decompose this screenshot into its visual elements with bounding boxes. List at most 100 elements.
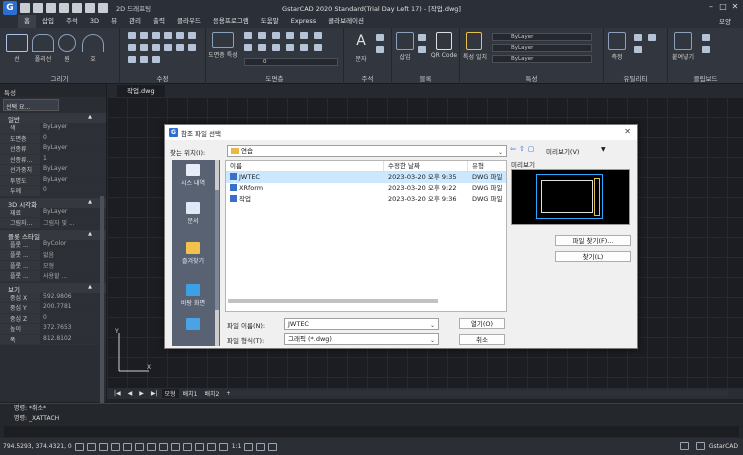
stretch-icon[interactable] (152, 32, 160, 39)
transparency-icon[interactable] (182, 442, 192, 451)
measure-icon[interactable] (608, 32, 626, 50)
property-row[interactable]: 투명도 ByLayer (0, 175, 106, 186)
erase-icon[interactable] (176, 44, 184, 51)
user-menu[interactable]: 모양 (719, 16, 731, 26)
mirror-icon[interactable] (176, 32, 184, 39)
properties-section-header[interactable]: 보기 ▲ (0, 282, 106, 294)
place-desktop[interactable]: 바탕 화면 (172, 284, 214, 307)
copy-clip-icon[interactable] (702, 46, 710, 53)
menu-help[interactable]: 도움말 (255, 15, 285, 28)
open-icon[interactable] (33, 2, 43, 13)
column-type[interactable]: 유형 (468, 161, 506, 171)
properties-section-header[interactable]: 3D 시각화 ▲ (0, 197, 106, 209)
dialog-close-icon[interactable]: ✕ (624, 127, 631, 136)
settings-gear-icon[interactable] (679, 442, 689, 450)
polyline-tool-icon[interactable] (32, 34, 54, 52)
save-as-icon[interactable] (59, 2, 69, 13)
lineweight-icon[interactable] (170, 442, 180, 451)
otrack-icon[interactable] (134, 442, 144, 451)
selection-combo[interactable]: 선택 요... (3, 99, 59, 111)
property-row[interactable]: 플롯 ... 모형 (0, 260, 106, 271)
property-row[interactable]: 높이 372.7653 (0, 324, 106, 335)
properties-section-header[interactable]: 일반 ▲ (0, 113, 106, 124)
annotation-scale[interactable]: 1:1 (232, 443, 242, 450)
property-row[interactable]: 선종류 ByLayer (0, 144, 106, 155)
property-value[interactable]: 0 (40, 186, 106, 196)
menu-express[interactable]: Express (285, 15, 322, 28)
up-folder-icon[interactable]: ⇧ (519, 145, 525, 153)
layer-combo[interactable]: 0 (244, 58, 338, 66)
polar-icon[interactable] (110, 442, 120, 451)
circle-tool-icon[interactable] (58, 34, 76, 52)
command-input[interactable] (4, 426, 739, 437)
back-icon[interactable]: ⇦ (510, 145, 516, 153)
id-point-icon[interactable] (634, 46, 642, 53)
nav-first-icon[interactable]: |◀ (111, 390, 124, 397)
property-value[interactable]: 0 (40, 133, 106, 143)
property-value[interactable]: 372.7653 (40, 324, 106, 334)
menu-annotate[interactable]: 주석 (60, 15, 84, 28)
property-row[interactable]: 색 ByLayer (0, 123, 106, 134)
collapse-icon[interactable]: ▲ (88, 231, 92, 237)
layer-properties-icon[interactable] (212, 32, 234, 48)
property-value[interactable]: 모형 (40, 260, 106, 270)
paste-icon[interactable] (674, 32, 692, 50)
collapse-icon[interactable]: ▲ (88, 114, 92, 120)
file-name-input[interactable]: JWTEC ⌄ (284, 318, 439, 330)
property-row[interactable]: 선종류... 1 (0, 154, 106, 165)
snap-icon[interactable] (86, 442, 96, 451)
place-network[interactable] (172, 318, 214, 332)
grid-icon[interactable] (74, 442, 84, 451)
property-value[interactable]: ByLayer (40, 123, 106, 133)
line-tool-icon[interactable] (6, 34, 28, 52)
column-date[interactable]: 수정한 날짜 (384, 161, 468, 171)
views-dropdown-icon[interactable]: ▼ (601, 146, 606, 153)
tab-model[interactable]: 모형 (161, 389, 179, 398)
property-row[interactable]: 그림자... 그림자 및 ... (0, 218, 106, 229)
edit-block-icon[interactable] (418, 46, 426, 53)
file-row[interactable]: XRform 2023-03-20 오후 9:22 DWG 파일 (226, 183, 506, 194)
property-value[interactable]: 없음 (40, 250, 106, 260)
find-file-button[interactable]: 파일 찾기(F)... (555, 235, 631, 246)
property-row[interactable]: 중심 X 592.9806 (0, 292, 106, 303)
file-row[interactable]: 작업 2023-03-20 오후 9:36 DWG 파일 (226, 194, 506, 205)
collapse-icon[interactable]: ▲ (88, 199, 92, 205)
join-icon[interactable] (152, 56, 160, 63)
property-row[interactable]: 두께 0 (0, 186, 106, 197)
nav-prev-icon[interactable]: ◀ (125, 390, 136, 397)
leader-icon[interactable] (376, 46, 384, 53)
property-value[interactable]: ByLayer (40, 207, 106, 217)
layer-prev-icon[interactable] (244, 44, 252, 51)
properties-scrollbar[interactable] (100, 196, 104, 414)
array-icon[interactable] (164, 44, 172, 51)
lock-ui-icon[interactable] (256, 442, 266, 451)
extend-icon[interactable] (140, 44, 148, 51)
property-row[interactable]: 선가중치 ByLayer (0, 165, 106, 176)
drawing-hscrollbar[interactable] (230, 390, 728, 396)
workspace-select[interactable]: 2D 드래프팅 (116, 3, 151, 13)
menu-insert[interactable]: 삽입 (36, 15, 60, 28)
quick-select-icon[interactable] (634, 34, 642, 41)
copy-icon[interactable] (140, 32, 148, 39)
fillet-icon[interactable] (152, 44, 160, 51)
dyn-icon[interactable] (158, 442, 168, 451)
color-combo[interactable]: ByLayer (492, 33, 592, 41)
tab-layout2[interactable]: 배치2 (201, 389, 222, 398)
scale-icon[interactable] (188, 32, 196, 39)
explode-icon[interactable] (188, 44, 196, 51)
isolate-icon[interactable] (268, 442, 278, 451)
properties-section-header[interactable]: 플롯 스타일 ▲ (0, 229, 106, 241)
property-value[interactable]: 812.8102 (40, 334, 106, 344)
place-history[interactable]: 시스 내역 (172, 164, 214, 187)
qr-code-icon[interactable] (436, 32, 452, 50)
rotate-icon[interactable] (164, 32, 172, 39)
property-row[interactable]: 플롯 ... 없음 (0, 250, 106, 261)
nav-next-icon[interactable]: ▶ (136, 390, 147, 397)
layer-match-icon[interactable] (314, 32, 322, 39)
property-value[interactable]: 200.7781 (40, 303, 106, 313)
save-icon[interactable] (46, 2, 56, 13)
layer-unlock-icon[interactable] (300, 44, 308, 51)
workspace-switch-icon[interactable] (244, 442, 254, 451)
property-row[interactable]: 폭 812.8102 (0, 334, 106, 345)
look-in-combo[interactable]: 연습 ⌄ (227, 145, 507, 157)
